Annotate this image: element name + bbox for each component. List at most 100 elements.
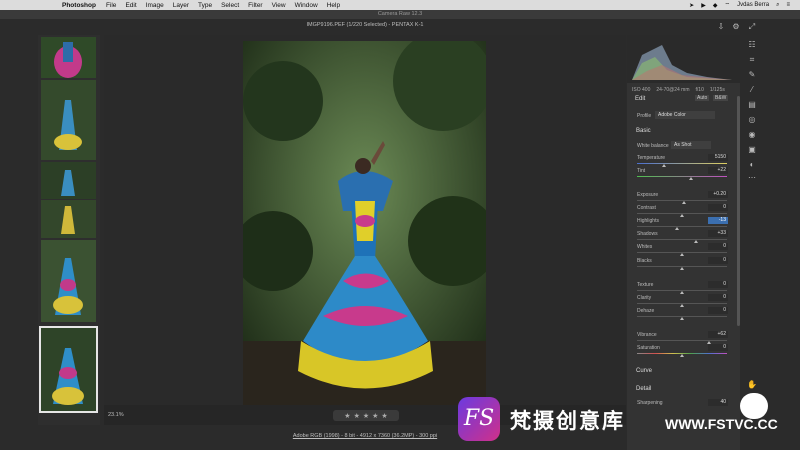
filmstrip-thumb[interactable] xyxy=(41,240,96,322)
filmstrip-thumb[interactable] xyxy=(41,162,96,199)
white-balance-label: White balance xyxy=(637,143,669,149)
slider-value-contrast[interactable]: 0 xyxy=(708,204,728,211)
detail-section-title[interactable]: Detail xyxy=(636,386,651,392)
slider-handle[interactable] xyxy=(680,317,684,320)
badge-icon xyxy=(740,393,768,419)
slider-value-blacks[interactable]: 0 xyxy=(708,257,728,264)
slider-label-temperature: Temperature xyxy=(637,155,666,161)
sharpening-label: Sharpening xyxy=(637,400,663,406)
slider-value-tint[interactable]: +22 xyxy=(708,167,728,174)
slider-track-vibrance[interactable] xyxy=(637,340,727,341)
slider-handle[interactable] xyxy=(689,177,693,180)
sharpening-value[interactable]: 40 xyxy=(708,399,728,406)
menu-image[interactable]: Image xyxy=(146,2,164,9)
slider-handle[interactable] xyxy=(680,253,684,256)
presets-icon[interactable]: ◐ xyxy=(747,160,757,170)
zoom-level[interactable]: 23.1% xyxy=(108,412,124,418)
slider-value-saturation[interactable]: 0 xyxy=(708,344,728,351)
slider-track-shadows[interactable] xyxy=(637,239,727,240)
slider-label-shadows: Shadows xyxy=(637,231,658,237)
menu-help[interactable]: Help xyxy=(327,2,340,9)
menu-list-icon[interactable]: ≡ xyxy=(786,2,790,8)
histogram xyxy=(627,35,740,83)
basic-section-title[interactable]: Basic xyxy=(636,128,651,134)
slider-label-saturation: Saturation xyxy=(637,345,660,351)
panel-scrollbar[interactable] xyxy=(737,96,740,326)
wifi-icon[interactable]: ⌔ xyxy=(724,1,730,9)
filmstrip-thumb[interactable] xyxy=(41,37,96,78)
white-balance-select[interactable]: As Shot xyxy=(671,141,711,149)
crop-icon[interactable]: ⌗ xyxy=(747,55,757,65)
hand-icon[interactable]: ✋ xyxy=(747,380,757,390)
dropbox-icon[interactable]: ◆ xyxy=(713,2,718,9)
slider-label-texture: Texture xyxy=(637,282,654,288)
radial-icon[interactable]: ◎ xyxy=(747,115,757,125)
curve-section-title[interactable]: Curve xyxy=(636,368,652,374)
gradient-icon[interactable]: ▤ xyxy=(747,100,757,110)
status-icons: ➤ ▶ ◆ ⌔ Jvdas Berra ⌕ ≡ xyxy=(689,0,790,10)
slider-track-tint[interactable] xyxy=(637,176,727,177)
slider-handle[interactable] xyxy=(694,240,699,243)
profile-select[interactable]: Adobe Color xyxy=(655,111,715,119)
slider-label-dehaze: Dehaze xyxy=(637,308,655,314)
slider-value-temperature[interactable]: 5150 xyxy=(708,154,728,161)
menu-type[interactable]: Type xyxy=(198,2,212,9)
menu-filter[interactable]: Filter xyxy=(248,2,262,9)
save-icon[interactable]: ⇩ xyxy=(716,22,726,32)
slider-handle[interactable] xyxy=(680,354,684,357)
healing-icon[interactable]: ✎ xyxy=(747,70,757,80)
filmstrip-thumb-selected[interactable] xyxy=(39,326,98,413)
menu-app-name[interactable]: Photoshop xyxy=(62,2,96,9)
watermark-url: WWW.FSTVC.CC xyxy=(665,416,778,432)
slider-handle[interactable] xyxy=(680,214,684,217)
edit-heading: Edit xyxy=(635,96,646,102)
play-icon[interactable]: ▶ xyxy=(701,2,706,9)
main-photo[interactable] xyxy=(243,41,486,405)
slider-handle[interactable] xyxy=(662,164,666,167)
user-name[interactable]: Jvdas Berra xyxy=(737,2,769,8)
search-icon[interactable]: ⌕ xyxy=(776,2,779,9)
document-title: IMGP9196.PEF (1/220 Selected) - PENTAX K… xyxy=(306,22,424,28)
slider-value-vibrance[interactable]: +62 xyxy=(708,331,728,338)
auto-button[interactable]: Auto xyxy=(695,95,710,101)
slider-label-blacks: Blacks xyxy=(637,258,652,264)
settings-icon[interactable]: ⚙ xyxy=(731,22,741,32)
slider-value-texture[interactable]: 0 xyxy=(708,281,728,288)
redeye-icon[interactable]: ◉ xyxy=(747,130,757,140)
menu-select[interactable]: Select xyxy=(221,2,239,9)
rating-stars[interactable]: ★ ★ ★ ★ ★ xyxy=(333,410,399,421)
menu-edit[interactable]: Edit xyxy=(125,2,136,9)
filmstrip-thumb[interactable] xyxy=(41,80,96,160)
edit-tool-icon[interactable]: ☷ xyxy=(747,40,757,50)
slider-track-temperature[interactable] xyxy=(637,163,727,164)
slider-value-highlights[interactable]: -13 xyxy=(708,217,728,224)
menu-view[interactable]: View xyxy=(272,2,286,9)
star-icon[interactable]: ★ xyxy=(363,412,369,420)
star-icon[interactable]: ★ xyxy=(344,412,350,420)
filmstrip-thumb[interactable] xyxy=(41,200,96,238)
star-icon[interactable]: ★ xyxy=(354,412,360,420)
snapshots-icon[interactable]: ▣ xyxy=(747,145,757,155)
slider-track-highlights[interactable] xyxy=(637,226,727,227)
star-icon[interactable]: ★ xyxy=(381,412,387,420)
slider-value-dehaze[interactable]: 0 xyxy=(708,307,728,314)
slider-handle[interactable] xyxy=(681,201,686,204)
slider-handle[interactable] xyxy=(680,304,684,307)
brush-icon[interactable]: ⁄ xyxy=(747,85,757,95)
bw-button[interactable]: B&W xyxy=(713,95,729,101)
menu-layer[interactable]: Layer xyxy=(173,2,189,9)
slider-value-whites[interactable]: 0 xyxy=(708,243,728,250)
menu-window[interactable]: Window xyxy=(295,2,318,9)
menu-file[interactable]: File xyxy=(106,2,116,9)
star-icon[interactable]: ★ xyxy=(372,412,378,420)
slider-value-clarity[interactable]: 0 xyxy=(708,294,728,301)
fullscreen-icon[interactable]: ⤢ xyxy=(747,22,757,32)
slider-handle[interactable] xyxy=(680,291,684,294)
apple-icon[interactable] xyxy=(46,1,54,9)
slider-handle[interactable] xyxy=(674,227,679,230)
slider-value-exposure[interactable]: +0.20 xyxy=(708,191,728,198)
location-icon[interactable]: ➤ xyxy=(689,2,694,9)
slider-handle[interactable] xyxy=(680,267,684,270)
slider-value-shadows[interactable]: +33 xyxy=(708,230,728,237)
more-icon[interactable]: ⋯ xyxy=(747,173,757,183)
